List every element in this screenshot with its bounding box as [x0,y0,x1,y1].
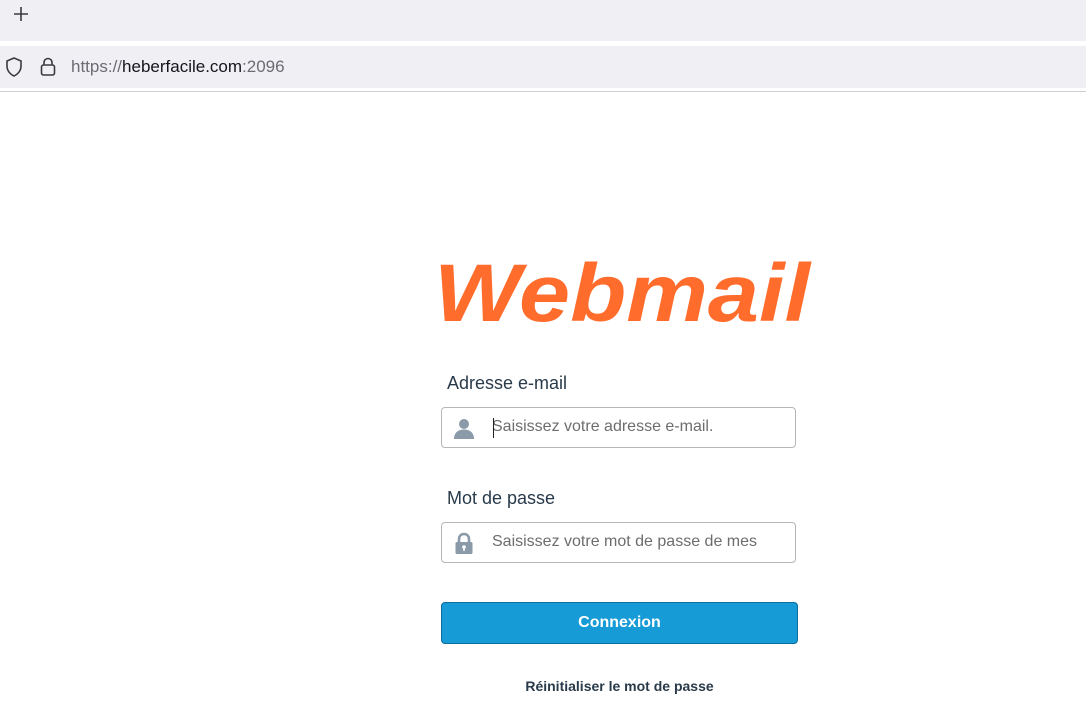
url-host: heberfacile.com [122,57,243,76]
plus-icon [14,7,28,21]
email-field[interactable] [441,407,796,448]
url-text[interactable]: https://heberfacile.com:2096 [71,57,285,77]
padlock-icon [455,532,473,554]
reset-password-link[interactable]: Réinitialiser le mot de passe [441,678,798,694]
login-button[interactable]: Connexion [441,602,798,644]
address-bar[interactable]: https://heberfacile.com:2096 [0,46,1086,88]
navigation-toolbar: https://heberfacile.com:2096 [0,41,1086,92]
new-tab-button[interactable] [10,3,32,25]
password-label: Mot de passe [447,488,556,508]
webmail-logo: Webmail [434,255,812,331]
email-label: Adresse e-mail [447,373,568,393]
webmail-logo-text: Webmail [434,255,812,331]
password-input[interactable] [492,523,787,561]
email-input[interactable] [492,408,787,446]
browser-tab-bar [0,0,1086,41]
password-field[interactable] [441,522,796,563]
url-port: :2096 [242,57,285,76]
lock-icon[interactable] [39,56,57,78]
url-scheme: https:// [71,57,123,76]
user-icon [454,419,474,439]
text-caret [493,418,494,438]
shield-icon[interactable] [4,56,24,78]
